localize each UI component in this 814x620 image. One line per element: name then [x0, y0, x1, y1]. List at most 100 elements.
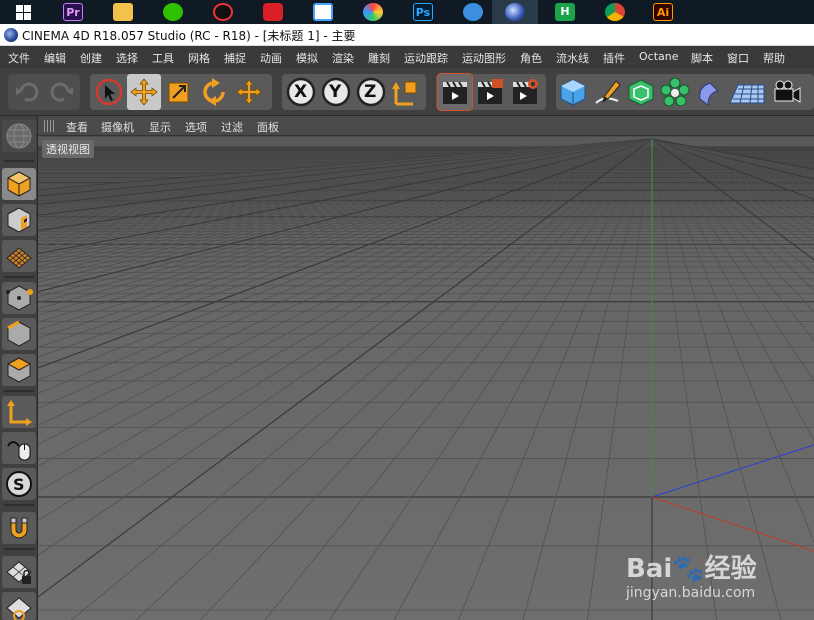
premiere-icon: Pr — [63, 3, 83, 21]
magnet-icon — [10, 517, 28, 539]
chrome-icon — [605, 3, 625, 21]
windows-icon — [16, 5, 31, 20]
taskbar-bird-app-button[interactable] — [450, 0, 496, 24]
menu-window[interactable]: 窗口 — [727, 50, 749, 66]
baidu-jingyan-logo: Bai🐾经验 — [626, 554, 757, 584]
menu-render[interactable]: 渲染 — [332, 50, 354, 66]
move-plus-icon — [236, 79, 262, 105]
taskbar-illustrator-button[interactable]: Ai — [640, 0, 686, 24]
texture-mode-button[interactable] — [2, 204, 36, 236]
render-settings-button[interactable] — [508, 74, 542, 110]
taskbar-explorer-button[interactable] — [100, 0, 146, 24]
workplane-align-button[interactable] — [2, 592, 36, 620]
menu-script[interactable]: 脚本 — [691, 50, 713, 66]
y-axis-lock-button[interactable]: Y — [319, 74, 353, 110]
tweak-mode-button[interactable] — [2, 432, 36, 464]
viewport-menu-cameras[interactable]: 摄像机 — [101, 119, 134, 135]
polygons-mode-button[interactable] — [2, 354, 36, 386]
watermark-url: jingyan.baidu.com — [626, 585, 756, 601]
title-bar: CINEMA 4D R18.057 Studio (RC - R18) - [未… — [0, 24, 814, 46]
taskbar-cinema4d-button[interactable] — [492, 0, 538, 24]
clapper-board-icon — [443, 81, 467, 104]
menu-tools[interactable]: 工具 — [152, 50, 174, 66]
menu-edit[interactable]: 编辑 — [44, 50, 66, 66]
menu-pipeline[interactable]: 流水线 — [556, 50, 589, 66]
taskbar-creative-cloud-button[interactable] — [250, 0, 296, 24]
deformer-button[interactable] — [692, 74, 726, 110]
undo-icon — [16, 82, 39, 102]
floor-button[interactable] — [726, 74, 766, 110]
menu-help[interactable]: 帮助 — [763, 50, 785, 66]
render-picture-viewer-button[interactable] — [473, 74, 507, 110]
scale-tool-button[interactable] — [162, 74, 196, 110]
menu-octane[interactable]: Octane — [639, 50, 679, 63]
viewport-menu-view[interactable]: 查看 — [66, 119, 88, 135]
start-button[interactable] — [0, 0, 46, 24]
palette-separator — [4, 504, 34, 506]
model-mode-button[interactable] — [2, 168, 36, 200]
cloner-button[interactable] — [658, 74, 692, 110]
move-tool-button[interactable] — [127, 74, 161, 110]
menu-bar: 文件 编辑 创建 选择 工具 网格 捕捉 动画 模拟 渲染 雕刻 运动跟踪 运动… — [0, 46, 814, 68]
palette-separator — [4, 160, 34, 162]
viewport-menu-options[interactable]: 选项 — [185, 119, 207, 135]
recent-tool-button[interactable] — [232, 74, 266, 110]
snap-button[interactable] — [2, 512, 36, 544]
menu-mesh[interactable]: 网格 — [188, 50, 210, 66]
render-view-button[interactable] — [437, 73, 473, 111]
menu-animate[interactable]: 动画 — [260, 50, 282, 66]
drag-grip-icon[interactable] — [44, 120, 56, 132]
subdivision-surface-button[interactable] — [624, 74, 658, 110]
menu-snap[interactable]: 捕捉 — [224, 50, 246, 66]
undo-button[interactable] — [10, 74, 44, 110]
menu-simulate[interactable]: 模拟 — [296, 50, 318, 66]
viewport-menu-display[interactable]: 显示 — [149, 119, 171, 135]
workplane-grid-icon — [6, 247, 32, 269]
taskbar-chrome-button[interactable] — [592, 0, 638, 24]
grid-lock-icon — [6, 561, 32, 584]
add-cube-button[interactable] — [556, 74, 590, 110]
window-title: CINEMA 4D R18.057 Studio (RC - R18) - [未… — [22, 29, 356, 43]
viewport-menu-filter[interactable]: 过滤 — [221, 119, 243, 135]
viewport-menu-panel[interactable]: 面板 — [257, 119, 279, 135]
live-selection-tool-button[interactable] — [92, 74, 126, 110]
workplane-lock-button[interactable] — [2, 556, 36, 588]
model-cube-icon — [6, 171, 32, 197]
menu-character[interactable]: 角色 — [520, 50, 542, 66]
mode-palette: S — [0, 116, 38, 620]
menu-sculpt[interactable]: 雕刻 — [368, 50, 390, 66]
taskbar-netdisk-button[interactable] — [300, 0, 346, 24]
cinema4d-icon — [505, 3, 525, 21]
coordinate-system-button[interactable] — [389, 74, 423, 110]
viewport-menu-bar: 查看 摄像机 显示 选项 过滤 面板 — [38, 116, 814, 136]
x-axis-label: X — [294, 82, 308, 102]
coordinate-system-icon — [392, 81, 417, 106]
qq-penguin-icon — [213, 3, 233, 21]
camera-button[interactable] — [770, 74, 804, 110]
menu-file[interactable]: 文件 — [8, 50, 30, 66]
menu-mograph[interactable]: 运动图形 — [462, 50, 506, 66]
menu-plugins[interactable]: 插件 — [603, 50, 625, 66]
solo-mode-button[interactable]: S — [2, 468, 36, 500]
cinema4d-logo-icon — [4, 28, 18, 42]
x-axis-lock-button[interactable]: X — [284, 74, 318, 110]
make-editable-button[interactable] — [2, 120, 36, 152]
taskbar-wechat-button[interactable] — [150, 0, 196, 24]
taskbar-h-app-button[interactable]: H — [542, 0, 588, 24]
points-mode-button[interactable] — [2, 282, 36, 314]
redo-button[interactable] — [45, 74, 79, 110]
rotate-tool-button[interactable] — [197, 74, 231, 110]
edges-mode-button[interactable] — [2, 318, 36, 350]
taskbar-premiere-button[interactable]: Pr — [50, 0, 96, 24]
axis-mode-button[interactable] — [2, 396, 36, 428]
menu-create[interactable]: 创建 — [80, 50, 102, 66]
taskbar-colored-app-button[interactable] — [350, 0, 396, 24]
main-toolbar: X Y Z — [0, 68, 814, 116]
taskbar-photoshop-button[interactable]: Ps — [400, 0, 446, 24]
menu-motion-tracking[interactable]: 运动跟踪 — [404, 50, 448, 66]
taskbar-qq-button[interactable] — [200, 0, 246, 24]
pen-spline-button[interactable] — [590, 74, 624, 110]
menu-select[interactable]: 选择 — [116, 50, 138, 66]
z-axis-lock-button[interactable]: Z — [354, 74, 388, 110]
workplane-mode-button[interactable] — [2, 240, 36, 272]
